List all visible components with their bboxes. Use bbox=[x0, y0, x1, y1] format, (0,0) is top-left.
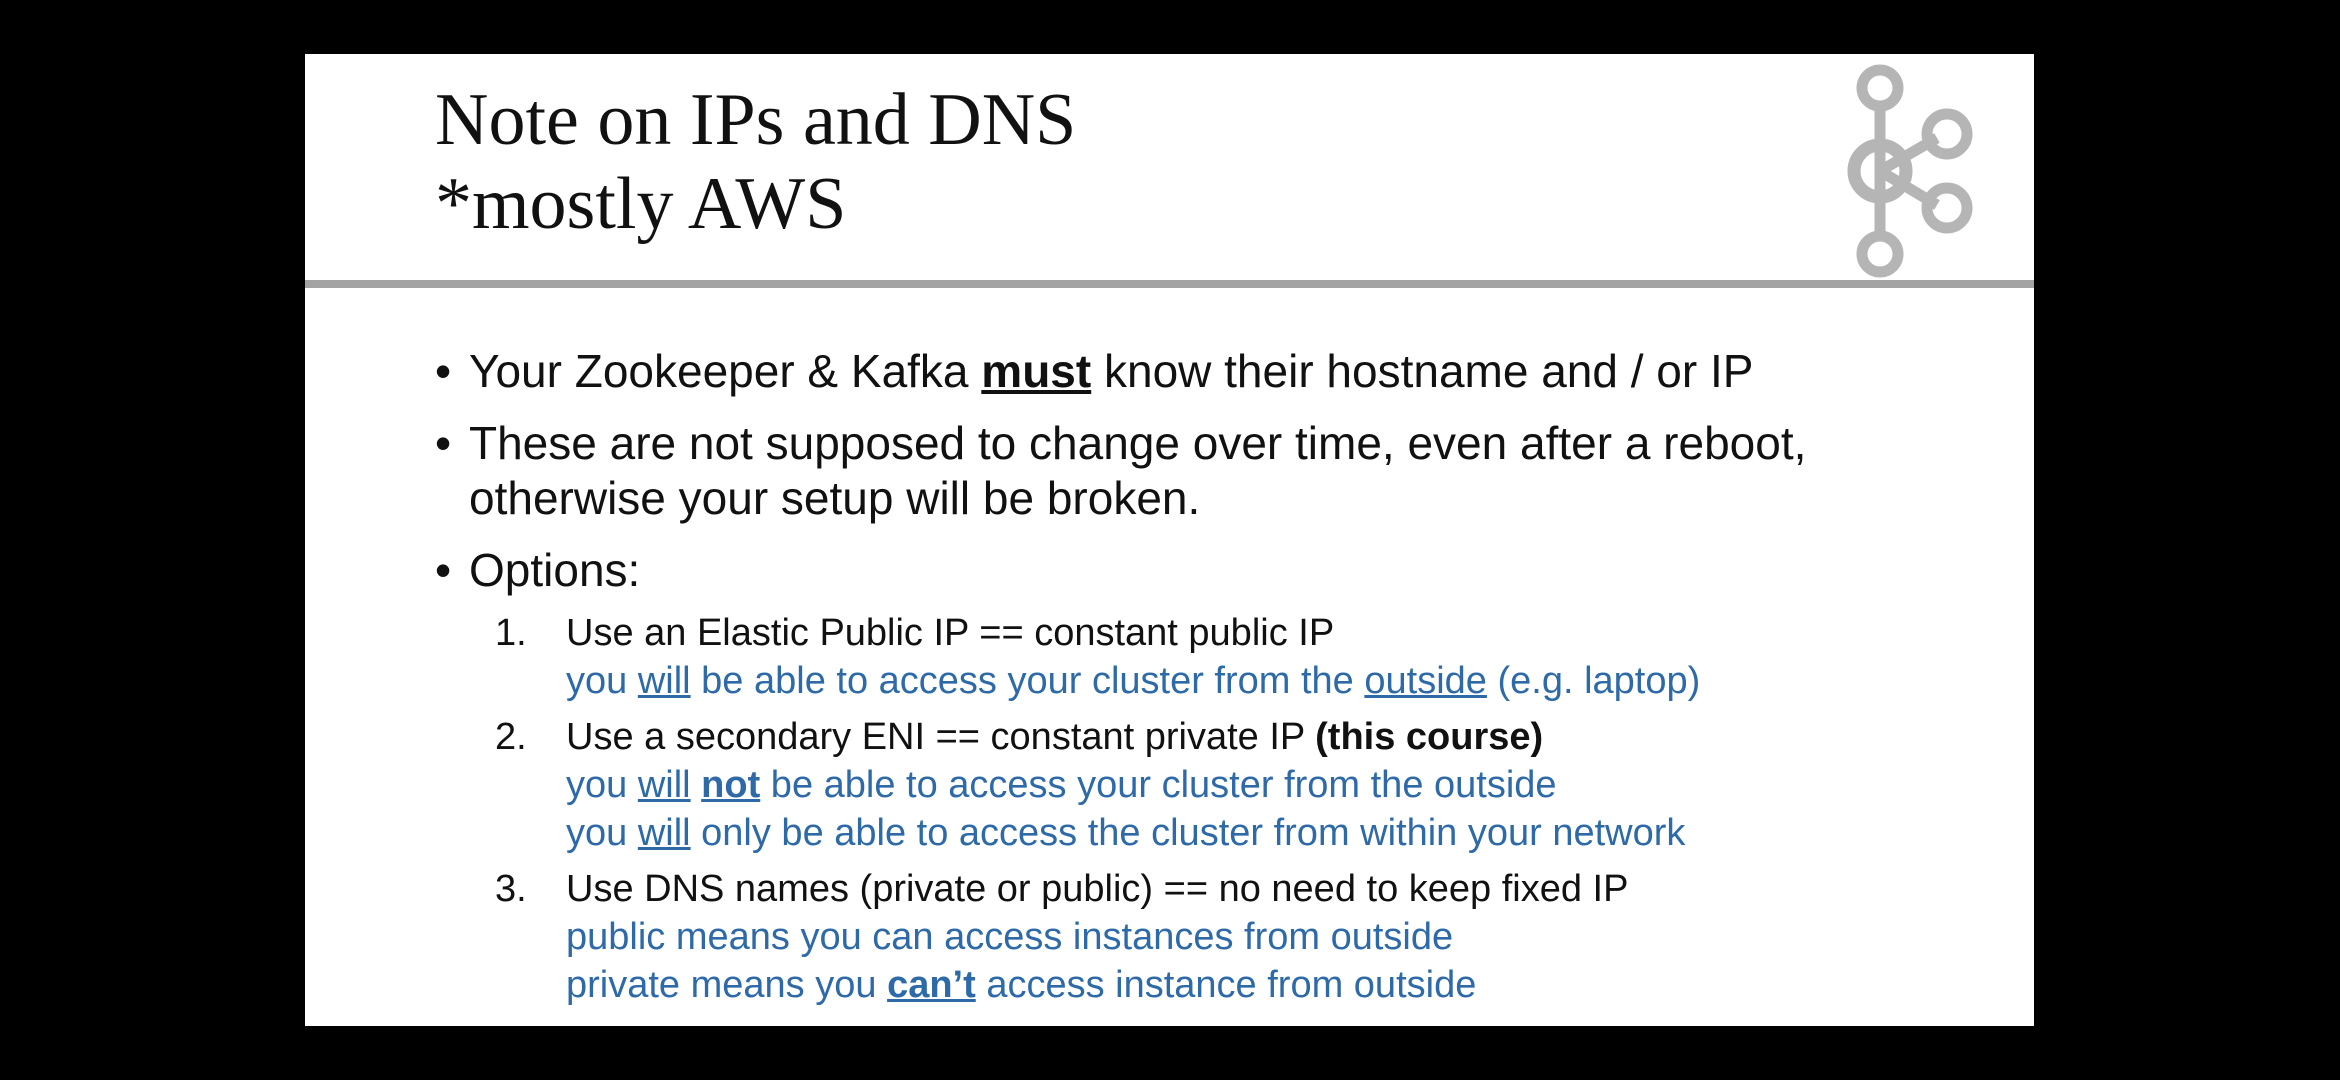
header-divider bbox=[305, 280, 2034, 288]
options-list: 1. Use an Elastic Public IP == constant … bbox=[435, 609, 1995, 1009]
option-note: public means you can access instances fr… bbox=[566, 916, 1454, 958]
bullet-marker: • bbox=[435, 417, 452, 469]
title-line-2: *mostly AWS bbox=[435, 163, 847, 245]
bullet-no-change: • These are not supposed to change over … bbox=[435, 416, 1995, 526]
bullet-marker: • bbox=[435, 544, 452, 596]
bullet-emphasis-must: must bbox=[981, 345, 1092, 397]
note-text: only be able to access the cluster from … bbox=[690, 812, 1686, 854]
bullet-text-line-1: These are not supposed to change over ti… bbox=[469, 417, 1807, 469]
note-text: you bbox=[566, 812, 638, 854]
bullet-marker: • bbox=[435, 345, 452, 397]
note-text bbox=[691, 764, 702, 806]
option-main: Use a secondary ENI == constant private … bbox=[566, 716, 1316, 758]
slide-title: Note on IPs and DNS *mostly AWS bbox=[435, 78, 1076, 246]
bullet-hostname: • Your Zookeeper & Kafka must know their… bbox=[435, 344, 1995, 399]
option-note: you will not be able to access your clus… bbox=[566, 761, 1995, 809]
bullet-text-pre: Your Zookeeper & Kafka bbox=[469, 345, 982, 397]
option-note: private means you can’t access instance … bbox=[566, 961, 1995, 1009]
option-note: you will only be able to access the clus… bbox=[566, 809, 1995, 857]
note-text: you bbox=[566, 764, 638, 806]
note-underlined-will: will bbox=[637, 660, 691, 702]
option-number: 1. bbox=[495, 612, 527, 654]
note-emphasis-not: not bbox=[701, 764, 761, 806]
option-main-text: Use an Elastic Public IP == constant pub… bbox=[566, 612, 1335, 654]
option-this-course: (this course) bbox=[1315, 716, 1544, 758]
option-secondary-eni: 2. Use a secondary ENI == constant priva… bbox=[435, 713, 1995, 857]
kafka-logo-icon bbox=[1847, 64, 1973, 278]
note-underlined-will: will bbox=[637, 764, 691, 806]
bullet-text: Options: bbox=[469, 544, 641, 596]
bullet-text-post: know their hostname and / or IP bbox=[1091, 345, 1754, 397]
option-elastic-ip: 1. Use an Elastic Public IP == constant … bbox=[435, 609, 1995, 705]
option-main-text: Use a secondary ENI == constant private … bbox=[566, 713, 1995, 761]
note-underlined-will: will bbox=[637, 812, 691, 854]
note-text: (e.g. laptop) bbox=[1486, 660, 1701, 702]
option-main-text: Use DNS names (private or public) == no … bbox=[566, 868, 1629, 910]
option-note: you will be able to access your cluster … bbox=[566, 657, 1995, 705]
note-text: you bbox=[566, 660, 638, 702]
presentation-viewport: Note on IPs and DNS *mostly AWS • Your Z… bbox=[0, 0, 2340, 1080]
title-line-1: Note on IPs and DNS bbox=[435, 79, 1077, 161]
option-number: 3. bbox=[495, 868, 527, 910]
note-underlined-outside: outside bbox=[1364, 660, 1487, 702]
bullet-text-line-2: otherwise your setup will be broken. bbox=[469, 472, 1201, 524]
option-dns-names: 3. Use DNS names (private or public) == … bbox=[435, 865, 1995, 1009]
slide-header: Note on IPs and DNS *mostly AWS bbox=[305, 54, 2034, 288]
note-text: access instance from outside bbox=[975, 964, 1477, 1006]
note-emphasis-cant: can’t bbox=[887, 964, 976, 1006]
note-text: be able to access your cluster from the bbox=[690, 660, 1365, 702]
bullet-options: • Options: bbox=[435, 543, 1995, 598]
option-number: 2. bbox=[495, 716, 527, 758]
slide: Note on IPs and DNS *mostly AWS • Your Z… bbox=[305, 54, 2034, 1026]
note-text: be able to access your cluster from the … bbox=[760, 764, 1557, 806]
slide-body: • Your Zookeeper & Kafka must know their… bbox=[435, 344, 1995, 1017]
note-text: private means you bbox=[566, 964, 888, 1006]
